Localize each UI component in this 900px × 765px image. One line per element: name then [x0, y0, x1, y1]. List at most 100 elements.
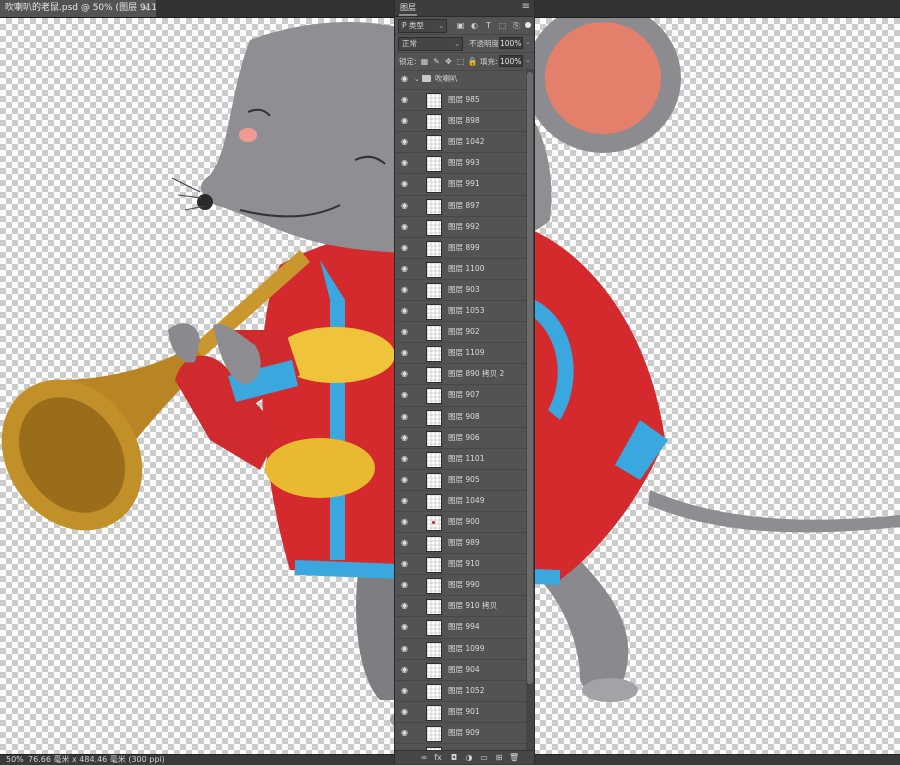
layer-row[interactable]: ◉ 图层 900 [395, 512, 526, 534]
layer-row[interactable]: ◉ 图层 907 [395, 385, 526, 407]
lock-all-icon[interactable]: 🔒 [467, 56, 478, 67]
visibility-eye-icon[interactable]: ◉ [401, 96, 410, 104]
layer-row[interactable]: ◉ 图层 897 [395, 196, 526, 217]
layer-row[interactable]: ◉ 图层 1049 [395, 491, 526, 512]
layer-row[interactable]: ◉ 图层 994 [395, 617, 526, 639]
visibility-eye-icon[interactable]: ◉ [401, 349, 410, 357]
layer-row[interactable]: ◉ 图层 1100 [395, 259, 526, 280]
visibility-eye-icon[interactable]: ◉ [401, 433, 410, 441]
folder-icon[interactable]: ▭ [479, 752, 489, 764]
visibility-eye-icon[interactable]: ◉ [401, 370, 410, 378]
visibility-eye-icon[interactable]: ◉ [401, 391, 410, 399]
layer-name: 图层 992 [448, 221, 480, 231]
visibility-eye-icon[interactable]: ◉ [401, 285, 410, 293]
document-tab[interactable]: 吹喇叭的老鼠.psd @ 50% (图层 911, RGB/8) * × [0, 0, 156, 17]
layer-row[interactable]: ◉ 图层 1099 [395, 639, 526, 660]
new-layer-icon[interactable]: ⊞ [494, 752, 504, 764]
visibility-eye-icon[interactable]: ◉ [401, 180, 410, 188]
layer-row[interactable]: ◉ 图层 903 [395, 280, 526, 302]
layers-panel-footer: ∞ fx ◘ ◑ ▭ ⊞ 🗑 [395, 750, 534, 764]
fill-input[interactable]: 100% [499, 55, 523, 67]
visibility-eye-icon[interactable]: ◉ [401, 222, 410, 230]
image-filter-icon[interactable]: ▣ [455, 20, 466, 31]
layer-row[interactable]: ◉ 图层 1109 [395, 343, 526, 365]
layer-row[interactable]: ◉ 图层 910 [395, 554, 526, 576]
layer-group-row[interactable]: ◉ ⌄ 吹喇叭 [395, 69, 526, 91]
visibility-eye-icon[interactable]: ◉ [401, 496, 410, 504]
layer-thumbnail [426, 367, 442, 384]
visibility-eye-icon[interactable]: ◉ [401, 728, 410, 736]
visibility-eye-icon[interactable]: ◉ [401, 412, 410, 420]
layer-row[interactable]: ◉ 图层 910 拷贝 [395, 596, 526, 618]
layer-row[interactable]: ◉ 图层 890 拷贝 2 [395, 364, 526, 386]
smart-object-filter-icon[interactable]: ⎘ [511, 20, 522, 31]
layer-row[interactable]: ◉ 图层 902 [395, 322, 526, 344]
layers-scrollbar-thumb[interactable] [527, 72, 533, 684]
visibility-eye-icon[interactable]: ◉ [401, 475, 410, 483]
visibility-eye-icon[interactable]: ◉ [401, 307, 410, 315]
mask-icon[interactable]: ◘ [449, 752, 459, 764]
visibility-eye-icon[interactable]: ◉ [401, 117, 410, 125]
lock-artboard-icon[interactable]: ⬚ [455, 56, 466, 67]
adjustment-icon[interactable]: ◑ [464, 752, 474, 764]
layer-row[interactable]: ◉ 图层 898 [395, 111, 526, 133]
chevron-down-icon[interactable]: ⌄ [414, 69, 420, 89]
layer-thumbnail [426, 114, 442, 131]
text-filter-icon[interactable]: T [483, 20, 494, 31]
fx-icon[interactable]: fx [433, 752, 443, 764]
visibility-eye-icon[interactable]: ◉ [401, 75, 410, 83]
visibility-eye-icon[interactable]: ◉ [401, 138, 410, 146]
visibility-eye-icon[interactable]: ◉ [401, 644, 410, 652]
layer-name: 图层 907 [448, 390, 480, 400]
layer-row[interactable]: ◉ 图层 1053 [395, 301, 526, 323]
folder-icon [422, 75, 431, 82]
visibility-eye-icon[interactable]: ◉ [401, 539, 410, 547]
visibility-eye-icon[interactable]: ◉ [401, 159, 410, 167]
visibility-eye-icon[interactable]: ◉ [401, 707, 410, 715]
layer-row[interactable]: ◉ 图层 985 [395, 90, 526, 112]
visibility-eye-icon[interactable]: ◉ [401, 264, 410, 272]
layer-row[interactable]: ◉ 图层 993 [395, 153, 526, 175]
visibility-eye-icon[interactable]: ◉ [401, 328, 410, 336]
visibility-eye-icon[interactable]: ◉ [401, 454, 410, 462]
layer-row[interactable]: ◉ 图层 1052 [395, 681, 526, 702]
trash-icon[interactable]: 🗑 [509, 752, 519, 764]
layer-row[interactable]: ◉ 图层 1042 [395, 132, 526, 154]
visibility-eye-icon[interactable]: ◉ [401, 602, 410, 610]
link-icon[interactable]: ∞ [419, 752, 429, 764]
shape-filter-icon[interactable]: ⬚ [497, 20, 508, 31]
layer-row[interactable]: ◉ 图层 989 [395, 533, 526, 555]
close-tab-icon[interactable]: × [142, 0, 150, 17]
opacity-input[interactable]: 100% [499, 37, 523, 49]
visibility-eye-icon[interactable]: ◉ [401, 623, 410, 631]
chevron-down-icon[interactable]: ⌄ [525, 38, 531, 46]
layer-row[interactable]: ◉ 图层 904 [395, 660, 526, 681]
visibility-eye-icon[interactable]: ◉ [401, 686, 410, 694]
visibility-eye-icon[interactable]: ◉ [401, 517, 410, 525]
layer-row[interactable]: ◉ 图层 908 [395, 407, 526, 428]
visibility-eye-icon[interactable]: ◉ [401, 201, 410, 209]
layer-row[interactable]: ◉ 图层 1101 [395, 449, 526, 470]
layer-row[interactable]: ◉ 图层 905 [395, 470, 526, 491]
adjustment-filter-icon[interactable]: ◐ [469, 20, 480, 31]
lock-image-icon[interactable]: ✎ [431, 56, 442, 67]
visibility-eye-icon[interactable]: ◉ [401, 243, 410, 251]
visibility-eye-icon[interactable]: ◉ [401, 560, 410, 568]
layer-row[interactable]: ◉ 图层 992 [395, 217, 526, 238]
blend-mode-select[interactable]: 正常 ⌄ [398, 37, 463, 51]
layers-panel-tab[interactable]: 图层 [399, 2, 417, 16]
visibility-eye-icon[interactable]: ◉ [401, 665, 410, 673]
layer-row[interactable]: ◉ 图层 991 [395, 174, 526, 196]
visibility-eye-icon[interactable]: ◉ [401, 581, 410, 589]
lock-position-icon[interactable]: ✥ [443, 56, 454, 67]
layer-row[interactable]: ◉ 图层 901 [395, 702, 526, 723]
layer-row[interactable]: ◉ 图层 899 [395, 238, 526, 259]
filter-kind-select[interactable]: P 类型 ⌄ [398, 19, 447, 33]
chevron-down-icon[interactable]: ⌄ [525, 56, 531, 64]
panel-menu-icon[interactable]: ≡ [522, 1, 530, 12]
lock-transparent-icon[interactable]: ▦ [419, 56, 430, 67]
layer-row[interactable]: ◉ 图层 909 [395, 723, 526, 744]
filter-toggle-icon[interactable] [525, 22, 531, 28]
layer-row[interactable]: ◉ 图层 906 [395, 428, 526, 449]
layer-row[interactable]: ◉ 图层 990 [395, 575, 526, 597]
